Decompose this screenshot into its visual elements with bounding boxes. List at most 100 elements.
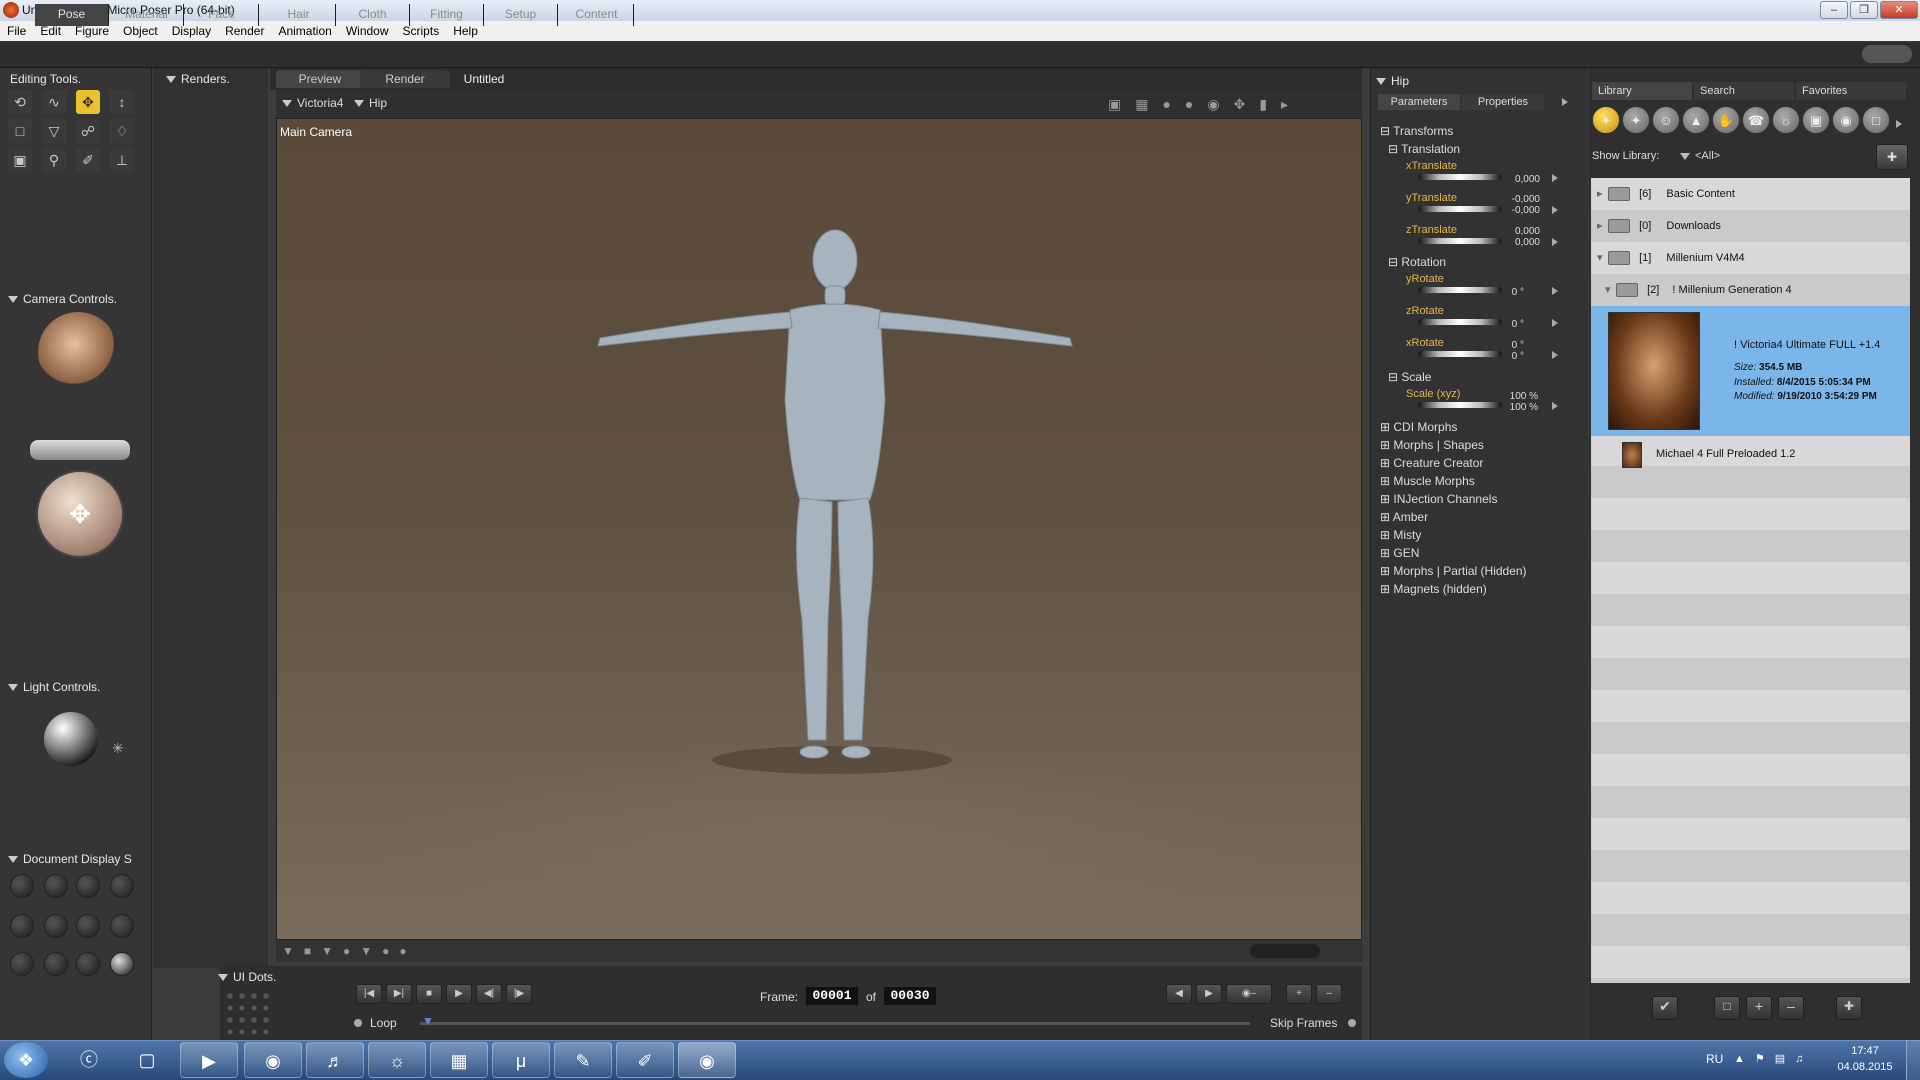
library-options-icon[interactable]: ✚ xyxy=(1836,996,1862,1020)
light-sun-icon[interactable]: ✳ xyxy=(112,740,124,757)
figures-category-icon[interactable]: ✦ xyxy=(1592,106,1620,134)
poser-taskbar-icon[interactable]: ◉ xyxy=(678,1042,736,1078)
group-scale[interactable]: ⊟ Scale xyxy=(1388,370,1431,384)
group-translation[interactable]: ⊟ Translation xyxy=(1388,142,1460,156)
group-morphs-shapes[interactable]: ⊞ Morphs | Shapes xyxy=(1380,438,1484,452)
show-library-dropdown[interactable]: <All> xyxy=(1680,150,1720,162)
param-xtranslate-value[interactable]: 0,000 xyxy=(1500,174,1540,185)
media-player-icon[interactable]: ▶ xyxy=(180,1042,238,1078)
add-runtime-icon[interactable]: ✚ xyxy=(1876,144,1908,170)
tab-favorites[interactable]: Favorites xyxy=(1796,82,1906,100)
chrome-icon[interactable]: ◉ xyxy=(244,1042,302,1078)
param-xrotate-value[interactable]: 0 ° xyxy=(1500,340,1524,351)
param-scale-menu-icon[interactable] xyxy=(1552,398,1558,412)
param-scale-dial[interactable] xyxy=(1418,402,1502,408)
library-item-michael4[interactable]: Michael 4 Full Preloaded 1.2 xyxy=(1656,448,1795,460)
internet-explorer-icon[interactable]: ⓒ xyxy=(60,1042,118,1078)
group-misty[interactable]: ⊞ Misty xyxy=(1380,528,1421,542)
param-ytranslate-value[interactable]: -0,000 xyxy=(1500,194,1540,205)
library-folder-basic-content[interactable]: ▸ [6] Basic Content xyxy=(1591,178,1910,210)
tab-preview[interactable]: Preview xyxy=(276,70,364,88)
view-magnifier-icon[interactable]: ⚲ xyxy=(42,148,66,172)
param-yrotate-menu-icon[interactable] xyxy=(1552,283,1558,297)
room-tab-hair[interactable]: Hair xyxy=(262,4,336,26)
color-tool-icon[interactable]: ♢ xyxy=(110,119,134,143)
library-folder-downloads[interactable]: ▸ [0] Downloads xyxy=(1591,210,1910,242)
display-style-wireframe-icon[interactable] xyxy=(76,874,100,898)
display-style-hidden-line-icon[interactable] xyxy=(110,874,134,898)
remove-from-library-icon[interactable]: – xyxy=(1778,996,1804,1020)
timeline-playhead-icon[interactable]: ▼ xyxy=(422,1014,434,1028)
add-to-library-icon[interactable]: + xyxy=(1746,996,1772,1020)
param-yrotate-dial[interactable] xyxy=(1418,287,1502,293)
param-xtranslate-menu-icon[interactable] xyxy=(1552,170,1558,184)
display-style-preview-icon[interactable] xyxy=(110,952,134,976)
timeline-scrubber[interactable] xyxy=(420,1022,1250,1025)
menu-file[interactable]: File xyxy=(0,21,33,41)
param-zrotate-value[interactable]: 0 ° xyxy=(1500,319,1524,330)
twist-tool-icon[interactable]: ∿ xyxy=(42,90,66,114)
system-tray-icons[interactable]: ▲⚑▤♫ xyxy=(1734,1052,1813,1065)
figure-selector[interactable]: Victoria4 xyxy=(282,96,343,110)
param-ztranslate-dial[interactable] xyxy=(1418,238,1502,244)
cameras-category-icon[interactable]: ▣ xyxy=(1802,106,1830,134)
camera-face-icon[interactable] xyxy=(38,312,118,392)
play-button[interactable]: ▶ xyxy=(446,984,472,1004)
room-tab-cloth[interactable]: Cloth xyxy=(336,4,410,26)
loop-toggle[interactable] xyxy=(354,1019,362,1027)
edit-keyframes-button[interactable]: ◉– xyxy=(1226,984,1272,1004)
utorrent-icon[interactable]: μ xyxy=(492,1042,550,1078)
display-style-texture-shaded-icon[interactable] xyxy=(76,952,100,976)
group-amber[interactable]: ⊞ Amber xyxy=(1380,510,1428,524)
display-style-smooth-shaded-icon[interactable] xyxy=(10,952,34,976)
aimp-icon[interactable]: ♬ xyxy=(306,1042,364,1078)
props-category-icon[interactable]: ☎ xyxy=(1742,106,1770,134)
add-folder-icon[interactable]: □ xyxy=(1714,996,1740,1020)
library-folder-millenium-v4m4[interactable]: ▾ [1] Millenium V4M4 xyxy=(1591,242,1910,274)
apply-library-item-icon[interactable]: ✔ xyxy=(1652,996,1678,1020)
group-gen[interactable]: ⊞ GEN xyxy=(1380,546,1419,560)
library-folder-millenium-generation-4[interactable]: ▾ [2] ! Millenium Generation 4 xyxy=(1599,274,1918,306)
param-ztranslate-value[interactable]: 0,000 xyxy=(1500,226,1540,237)
light-sphere-icon[interactable] xyxy=(44,712,98,766)
viewport-options-icons[interactable]: ▼■▼●▼●● xyxy=(282,944,417,958)
room-tab-pose[interactable]: Pose xyxy=(35,4,109,26)
tab-untitled[interactable]: Untitled xyxy=(452,70,516,88)
notepad-icon[interactable]: ✎ xyxy=(554,1042,612,1078)
viewport-controls-icons[interactable]: ▣▦●●◉✥▮▸ xyxy=(1108,96,1302,113)
display-style-flat-lined-icon[interactable] xyxy=(76,914,100,938)
show-desktop-button[interactable] xyxy=(1906,1040,1920,1080)
tab-library[interactable]: Library xyxy=(1592,82,1692,100)
file-explorer-icon[interactable]: ▢ xyxy=(118,1042,176,1078)
tab-render[interactable]: Render xyxy=(360,70,450,88)
group-cdi-morphs[interactable]: ⊞ CDI Morphs xyxy=(1380,420,1457,434)
group-rotation[interactable]: ⊟ Rotation xyxy=(1388,255,1446,269)
display-style-cartoon-icon[interactable] xyxy=(110,914,134,938)
figure-model[interactable] xyxy=(580,220,1080,780)
group-muscle-morphs[interactable]: ⊞ Muscle Morphs xyxy=(1380,474,1475,488)
param-xrotate-dial[interactable] xyxy=(1418,351,1502,357)
poses-category-icon[interactable]: ✦ xyxy=(1622,106,1650,134)
group-morphs-partial[interactable]: ⊞ Morphs | Partial (Hidden) xyxy=(1380,564,1527,578)
library-more-icon[interactable] xyxy=(1896,116,1902,130)
display-style-outline-icon[interactable] xyxy=(44,874,68,898)
param-xrotate-menu-icon[interactable] xyxy=(1552,347,1558,361)
room-tab-face[interactable]: Face xyxy=(185,4,259,26)
camera-trackball-icon[interactable]: ✥ xyxy=(36,470,124,558)
total-frames-input[interactable]: 00030 xyxy=(884,987,936,1005)
last-frame-button[interactable]: ▶| xyxy=(386,984,412,1004)
display-style-silhouette-icon[interactable] xyxy=(10,874,34,898)
frame-input[interactable]: 00001 xyxy=(806,987,858,1005)
display-style-flat-shaded-icon[interactable] xyxy=(44,914,68,938)
rotate-tool-icon[interactable]: ⟲ xyxy=(8,90,32,114)
param-xtranslate-dial[interactable] xyxy=(1418,174,1502,180)
direct-manipulation-icon[interactable]: ⊥ xyxy=(110,148,134,172)
start-button[interactable]: ❖ xyxy=(4,1042,48,1078)
stop-button[interactable]: ■ xyxy=(416,984,442,1004)
close-button[interactable]: ✕ xyxy=(1880,1,1918,19)
firefox-icon[interactable]: ☼ xyxy=(368,1042,426,1078)
preview-dots-icon[interactable] xyxy=(1250,944,1320,958)
group-injection-channels[interactable]: ⊞ INJection Channels xyxy=(1380,492,1497,506)
victoria4-thumbnail[interactable] xyxy=(1608,312,1700,430)
maximize-button[interactable]: ❐ xyxy=(1850,1,1878,19)
